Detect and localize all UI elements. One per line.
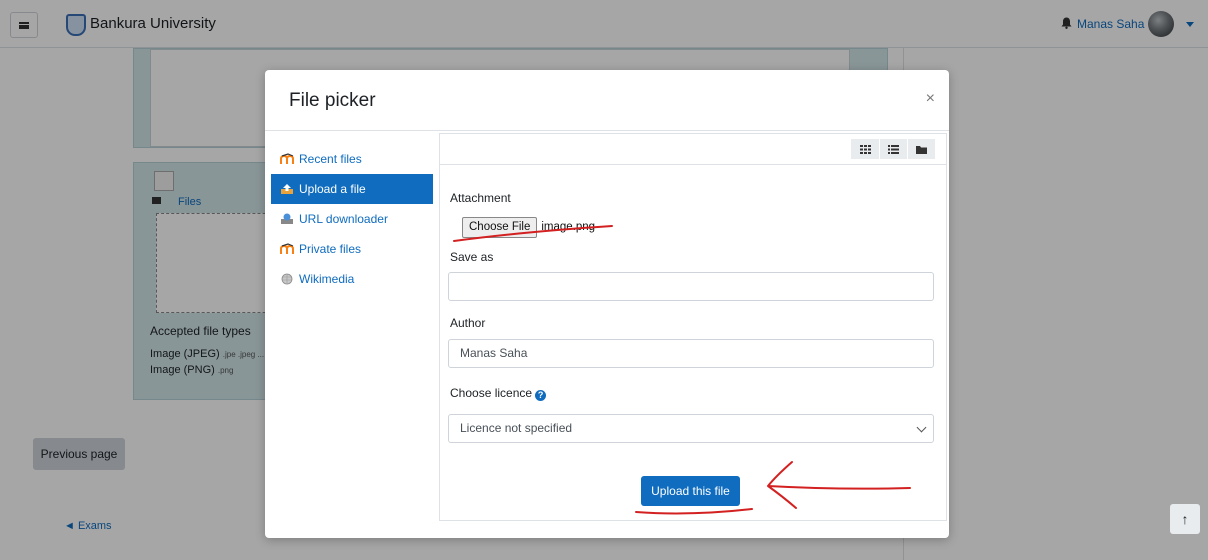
licence-select[interactable]: Licence not specified [448, 414, 934, 443]
licence-selected-value: Licence not specified [460, 421, 573, 435]
view-toolbar [440, 134, 946, 165]
upload-icon [281, 184, 293, 194]
repo-url-downloader[interactable]: URL downloader [271, 204, 433, 234]
repo-recent-files[interactable]: Recent files [271, 144, 433, 174]
save-as-label: Save as [450, 250, 494, 264]
file-picker-dialog: File picker × Recent files Upload a file… [265, 70, 949, 538]
repo-wikimedia[interactable]: Wikimedia [271, 264, 433, 294]
url-downloader-icon [281, 213, 293, 224]
file-input[interactable]: Choose File image.png [462, 216, 595, 238]
choose-file-button[interactable]: Choose File [462, 216, 538, 238]
repository-list: Recent files Upload a file URL downloade… [271, 144, 433, 294]
file-picker-panel: Attachment Choose File image.png Save as… [439, 133, 947, 521]
divider [265, 130, 949, 131]
repo-label: Upload a file [299, 182, 366, 196]
save-as-input[interactable] [448, 272, 934, 301]
licence-label: Choose licence? [450, 386, 547, 401]
upload-this-file-button[interactable]: Upload this file [641, 476, 740, 506]
chevron-down-icon [916, 422, 927, 433]
repo-label: Private files [299, 242, 362, 256]
folder-view-icon[interactable] [907, 139, 935, 159]
moodle-icon [280, 153, 294, 164]
repo-upload-a-file[interactable]: Upload a file [271, 174, 433, 204]
list-view-icon[interactable] [879, 139, 907, 159]
dialog-title: File picker [289, 90, 376, 111]
licence-label-text: Choose licence [450, 386, 533, 400]
moodle-icon [280, 243, 294, 254]
help-icon[interactable]: ? [535, 390, 547, 401]
repo-label: URL downloader [299, 212, 388, 226]
author-label: Author [450, 316, 486, 330]
attachment-label: Attachment [450, 191, 511, 205]
chosen-file-name: image.png [541, 221, 596, 233]
back-to-top-button[interactable]: ↑ [1170, 504, 1200, 534]
view-switcher [851, 139, 935, 159]
repo-label: Wikimedia [299, 272, 355, 286]
wikimedia-icon [281, 273, 293, 285]
repo-label: Recent files [299, 152, 362, 166]
close-icon[interactable]: × [926, 90, 935, 108]
author-input[interactable]: Manas Saha [448, 339, 934, 368]
grid-view-icon[interactable] [851, 139, 879, 159]
repo-private-files[interactable]: Private files [271, 234, 433, 264]
